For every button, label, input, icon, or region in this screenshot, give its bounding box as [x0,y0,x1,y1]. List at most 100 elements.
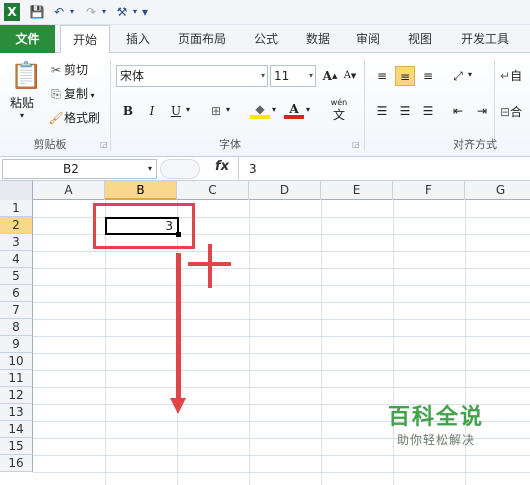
tab-formulas[interactable]: 公式 [248,25,284,53]
name-box[interactable]: B2 ▾ [2,159,157,179]
orientation-dropdown-icon[interactable]: ▾ [468,70,472,79]
wrap-text-button[interactable]: ↵自 [500,67,522,84]
tab-data[interactable]: 数据 [300,25,336,53]
formula-input[interactable]: 3 [238,157,530,181]
row-header-5[interactable]: 5 [0,268,33,285]
increase-indent-icon[interactable]: ⇥ [472,101,492,121]
align-middle-icon[interactable]: ≡ [395,66,415,86]
row-header-3[interactable]: 3 [0,234,33,251]
column-header-e[interactable]: E [321,181,393,200]
align-bottom-icon[interactable]: ≡ [418,66,438,86]
excel-icon: X [4,3,20,21]
format-painter-button[interactable]: 🖌格式刷 [48,109,100,126]
gridline [33,302,530,303]
grow-font-button[interactable]: A▲ [320,66,340,86]
row-header-11[interactable]: 11 [0,370,33,387]
customize-icon[interactable]: ▾ [140,3,150,21]
insert-function-icon[interactable]: fx [215,159,229,174]
border-icon[interactable]: ⊞ [206,101,226,121]
row-header-4[interactable]: 4 [0,251,33,268]
underline-dropdown-icon[interactable]: ▾ [186,105,190,114]
paste-icon[interactable]: 📋 [10,59,42,93]
phonetic-char: 文 [332,108,345,122]
phonetic-button[interactable]: wén 文 [326,97,352,121]
row-header-9[interactable]: 9 [0,336,33,353]
column-header-b[interactable]: B [105,181,177,200]
row-header-10[interactable]: 10 [0,353,33,370]
cut-button[interactable]: ✂ 剪切 [48,61,88,78]
border-dropdown-icon[interactable]: ▾ [226,105,230,114]
row-header-12[interactable]: 12 [0,387,33,404]
chevron-down-icon: ▾ [308,71,313,80]
underline-button[interactable]: U [166,101,186,121]
align-center-icon[interactable]: ☰ [395,101,415,121]
cut-label: 剪切 [64,63,89,77]
undo-dropdown-icon[interactable]: ▾ [68,3,76,21]
tools-icon[interactable]: ⚒ [113,3,131,21]
row-header-15[interactable]: 15 [0,438,33,455]
redo-dropdown-icon[interactable]: ▾ [100,3,108,21]
tab-view[interactable]: 视图 [402,25,438,53]
orientation-icon[interactable]: ⤢ [448,66,468,86]
watermark: 百科全说 助你轻松解决 [377,404,495,458]
annotation-highlight-box [93,203,195,249]
row-header-13[interactable]: 13 [0,404,33,421]
group-separator [364,59,365,151]
watermark-title: 百科全说 [387,405,484,430]
tab-home[interactable]: 开始 [60,25,110,54]
group-label-clipboard: 剪贴板 [33,138,67,151]
gridline [321,200,322,485]
align-right-icon[interactable]: ☰ [418,101,438,121]
row-header-1[interactable]: 1 [0,200,33,217]
align-top-icon[interactable]: ≡ [372,66,392,86]
fill-color-icon[interactable]: ◆ [250,99,270,119]
font-color-button[interactable]: A [284,99,304,119]
save-icon[interactable]: 💾 [28,3,46,21]
row-header-16[interactable]: 16 [0,455,33,472]
copy-button[interactable]: ⎘ 复制 ▾ [48,85,95,102]
undo-icon[interactable]: ↶ [50,3,68,21]
tab-page-layout[interactable]: 页面布局 [172,25,232,53]
column-header-d[interactable]: D [249,181,321,200]
row-header-8[interactable]: 8 [0,319,33,336]
tab-review[interactable]: 审阅 [350,25,386,53]
tab-file[interactable]: 文件 [0,25,55,53]
decrease-indent-icon[interactable]: ⇤ [448,101,468,121]
font-size-combo[interactable]: 11 ▾ [270,65,316,87]
annotation-arrow-head-icon [170,398,186,414]
column-header-g[interactable]: G [465,181,530,200]
tools-dropdown-icon[interactable]: ▾ [131,3,139,21]
align-left-icon[interactable]: ☰ [372,101,392,121]
row-header-7[interactable]: 7 [0,302,33,319]
name-box-value: B2 [63,162,79,176]
bold-button[interactable]: B [118,101,138,121]
tab-insert[interactable]: 插入 [120,25,156,53]
column-header-f[interactable]: F [393,181,465,200]
merge-button[interactable]: ⊟合 [500,103,522,120]
copy-dropdown-icon[interactable]: ▾ [88,91,95,100]
fill-color-dropdown-icon[interactable]: ▾ [272,105,276,114]
row-header-6[interactable]: 6 [0,285,33,302]
paste-button[interactable]: 粘贴 [10,94,34,111]
paste-dropdown-icon[interactable]: ▾ [20,111,24,120]
column-header-c[interactable]: C [177,181,249,200]
shrink-font-button[interactable]: A▼ [340,66,360,86]
brush-icon: 🖌 [48,111,64,125]
column-header-a[interactable]: A [33,181,105,200]
wrap-text-label: 自 [510,69,523,83]
tab-developer[interactable]: 开发工具 [455,25,515,53]
ribbon: 📋 粘贴 ▾ ✂ 剪切 ⎘ 复制 ▾ 🖌格式刷 剪贴板 ◲ 宋体 ▾ 11 ▾ A▲… [0,53,530,157]
formula-bar-splitter[interactable] [160,159,200,179]
font-color-dropdown-icon[interactable]: ▾ [306,105,310,114]
row-header-14[interactable]: 14 [0,421,33,438]
row-header-2[interactable]: 2 [0,217,33,234]
italic-button[interactable]: I [142,101,162,121]
font-name-combo[interactable]: 宋体 ▾ [116,65,268,87]
ribbon-tabs: 文件 开始 插入 页面布局 公式 数据 审阅 视图 开发工具 [0,25,530,54]
font-launcher-icon[interactable]: ◲ [352,140,360,149]
chevron-down-icon: ▾ [260,71,265,80]
grow-font-label: A [322,69,332,83]
select-all-button[interactable] [0,181,33,200]
clipboard-launcher-icon[interactable]: ◲ [100,140,108,149]
redo-icon[interactable]: ↷ [82,3,100,21]
